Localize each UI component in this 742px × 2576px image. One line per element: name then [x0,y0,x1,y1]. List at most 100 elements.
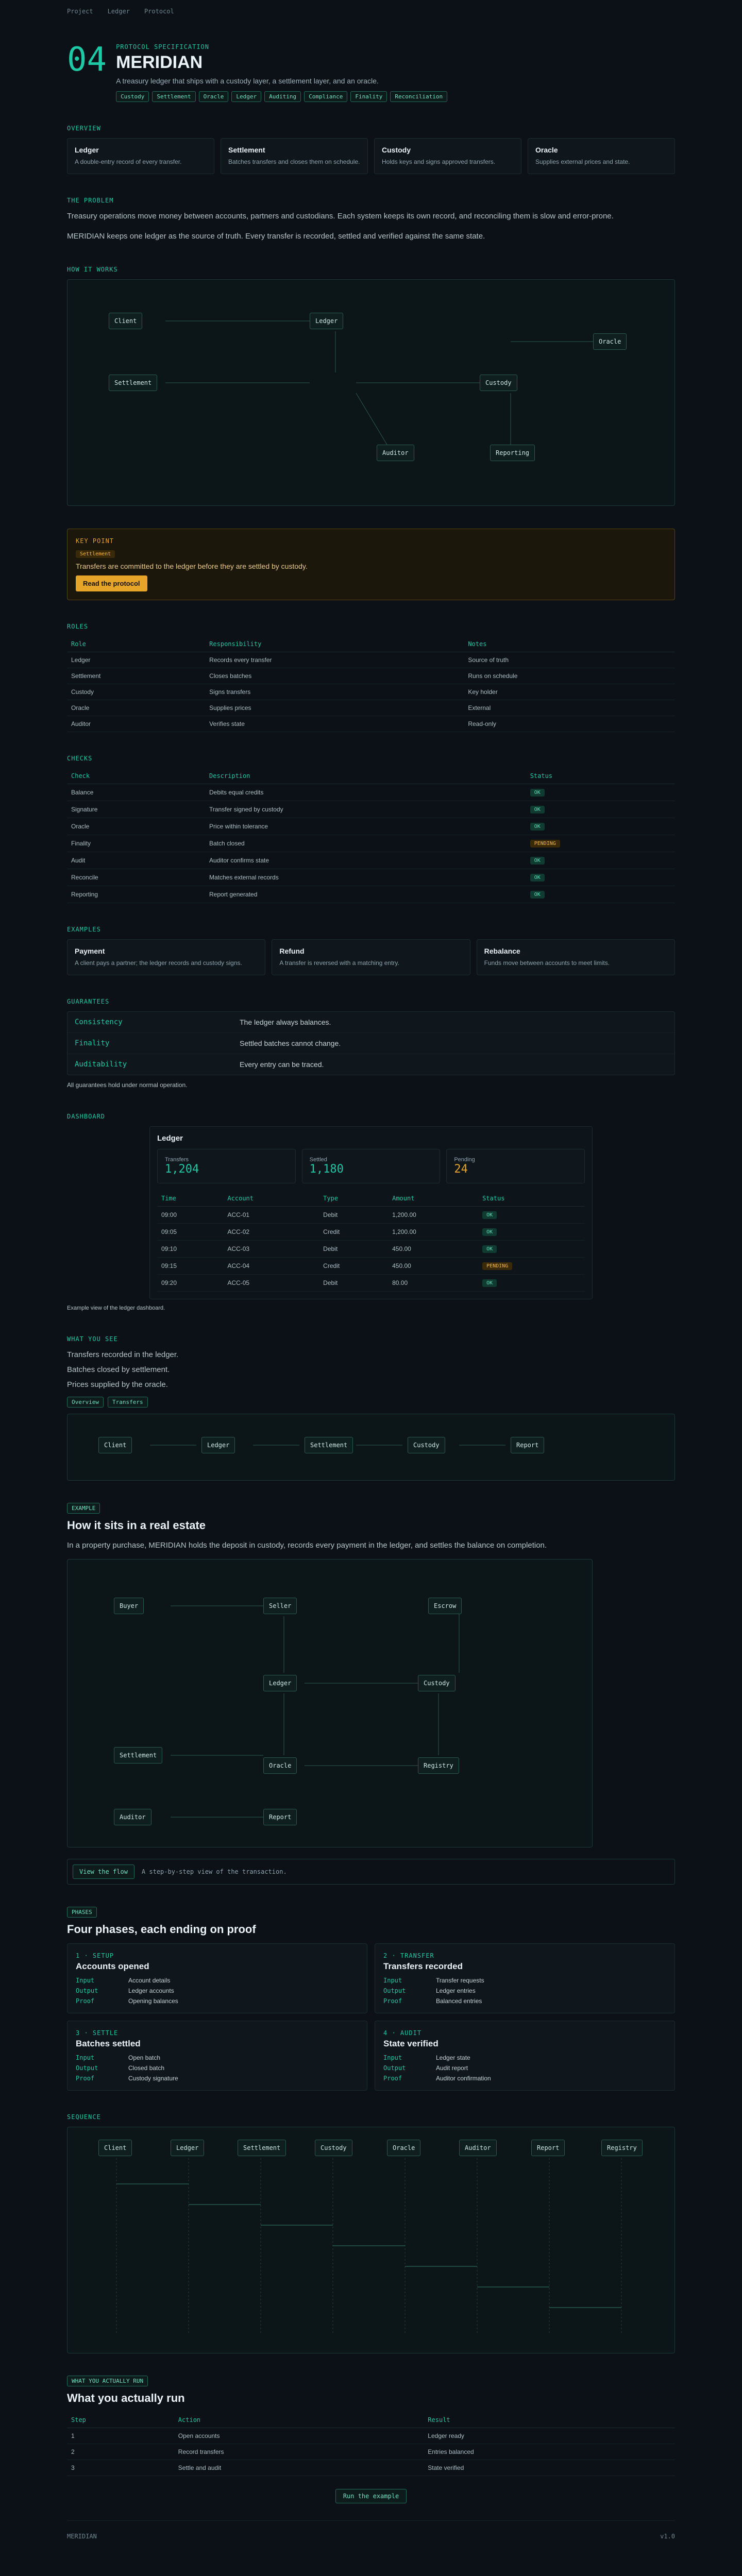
diagram-node[interactable]: Report [263,1809,297,1826]
diagram-node[interactable]: Oracle [263,1757,297,1774]
cell: 09:20 [157,1274,224,1292]
kv-value: Open batch [128,2054,161,2062]
sequence-actor[interactable]: Ledger [171,2140,205,2157]
table-row[interactable]: 09:15 ACC-04 Credit 450.00 PENDING [157,1257,585,1275]
chip[interactable]: Auditing [264,91,301,102]
section-label: EXAMPLES [67,925,101,933]
diagram-node[interactable]: Custody [480,374,517,391]
real-estate-connectors [171,1605,460,1818]
sequence-actor[interactable]: Registry [601,2140,643,2157]
hero-lede: A treasury ledger that ships with a cust… [116,77,379,85]
pipeline-node[interactable]: Report [511,1436,545,1453]
sequence-actor[interactable]: Report [531,2140,565,2157]
diagram-node[interactable]: Settlement [114,1747,163,1764]
sequence-actor[interactable]: Client [98,2140,132,2157]
cell: Credit [319,1257,389,1275]
diagram-node[interactable]: Seller [263,1598,297,1615]
guarantee-key: Consistency [75,1018,123,1026]
read-protocol-button[interactable]: Read the protocol [76,575,147,591]
kpi-card: Pending 24 [446,1149,585,1184]
kv-value: Audit report [436,2064,468,2072]
status-badge: OK [530,822,545,831]
nav-item[interactable]: Protocol [144,8,174,15]
view-flow-button[interactable]: View the flow [73,1865,134,1879]
diagram-node[interactable]: Auditor [114,1809,151,1826]
cell: 450.00 [388,1257,479,1275]
section-tag: WHAT YOU ACTUALLY RUN [67,2376,148,2387]
phase-title: Accounts opened [76,1961,149,1972]
chip[interactable]: Compliance [304,91,348,102]
chip[interactable]: Ledger [231,91,262,102]
column-header: Role [67,636,206,652]
dashboard-caption: Example view of the ledger dashboard. [67,1305,165,1312]
phase-number: 2 [383,1952,388,1960]
cell: 1 [67,2428,174,2445]
cell: Auditor confirms state [205,852,526,869]
card-title: Refund [279,946,305,955]
callout-text: Transfers are committed to the ledger be… [76,562,308,570]
sequence-actor[interactable]: Auditor [459,2140,497,2157]
chip[interactable]: Oracle [198,91,229,102]
diagram-node[interactable]: Oracle [593,333,627,350]
checks-table: Check Description Status Balance Debits e… [67,768,675,903]
pipeline-node[interactable]: Custody [408,1436,445,1453]
chip-list: Custody Settlement Oracle Ledger Auditin… [116,91,448,102]
cell: Signature [67,801,205,818]
diagram-node[interactable]: Registry [418,1757,459,1774]
chip[interactable]: Finality [350,91,387,102]
nav-item[interactable]: Project [67,8,93,15]
kpi-card: Transfers 1,204 [157,1149,296,1184]
tab-overview[interactable]: Overview [67,1396,104,1408]
pipeline-node[interactable]: Client [98,1436,132,1453]
kv-value: Opening balances [128,1997,178,2005]
diagram-node[interactable]: Ledger [310,312,344,329]
table-row[interactable]: 09:05 ACC-02 Credit 1,200.00 OK [157,1223,585,1241]
chip[interactable]: Settlement [152,91,196,102]
cell: 09:00 [157,1206,224,1224]
table-row[interactable]: 09:10 ACC-03 Debit 450.00 OK [157,1240,585,1258]
diagram-node[interactable]: Client [109,312,143,329]
run-example-button[interactable]: Run the example [335,2489,407,2504]
table-row[interactable]: 09:00 ACC-01 Debit 1,200.00 OK [157,1206,585,1224]
cell: Open accounts [174,2428,424,2445]
diagram-node[interactable]: Custody [418,1675,456,1692]
diagram-node[interactable]: Settlement [109,374,158,391]
tab-transfers[interactable]: Transfers [107,1396,148,1408]
pipeline-node[interactable]: Settlement [305,1436,353,1453]
main-content: 04 PROTOCOL SPECIFICATION MERIDIAN A tre… [67,43,675,2551]
phase-card: 3 · SETTLE Batches settled Input Open bat… [67,2021,367,2091]
cell: Source of truth [464,652,675,668]
card-text: A client pays a partner; the ledger reco… [75,959,242,967]
diagram-node[interactable]: Ledger [263,1675,297,1692]
card-text: Funds move between accounts to meet limi… [484,959,610,967]
pipeline-node[interactable]: Ledger [201,1436,235,1453]
diagram-node[interactable]: Reporting [490,444,535,461]
kpi-value: 1,180 [309,1163,344,1176]
nav-item[interactable]: Ledger [108,8,130,15]
card-text: Supplies external prices and state. [535,158,630,165]
status-badge: OK [530,873,545,882]
hero: 04 PROTOCOL SPECIFICATION MERIDIAN A tre… [67,43,675,102]
guarantees-section: GUARANTEES Consistency The ledger always … [67,998,675,1091]
diagram-node[interactable]: Escrow [428,1598,462,1615]
diagram-node[interactable]: Buyer [114,1598,144,1615]
card-text: A double-entry record of every transfer. [75,158,182,165]
sequence-actor[interactable]: Settlement [238,2140,286,2157]
column-header: Action [174,2412,424,2429]
cell: Ledger [67,652,206,668]
sequence-actor[interactable]: Oracle [387,2140,421,2157]
card-title: Rebalance [484,946,520,955]
cell: Credit [319,1223,389,1241]
cell: Entries balanced [424,2444,675,2461]
chip[interactable]: Reconciliation [390,91,448,102]
roles-table: Role Responsibility Notes Ledger Records … [67,636,675,732]
chip[interactable]: Custody [116,91,149,102]
sequence-actor[interactable]: Custody [315,2140,352,2157]
cell: Debit [319,1206,389,1224]
cell: External [464,700,675,716]
diagram-node[interactable]: Auditor [377,444,414,461]
section-label: SEQUENCE [67,2113,101,2121]
diagram-connectors [165,320,593,445]
table-row[interactable]: 09:20 ACC-05 Debit 80.00 OK [157,1274,585,1292]
cell: Report generated [205,886,526,903]
